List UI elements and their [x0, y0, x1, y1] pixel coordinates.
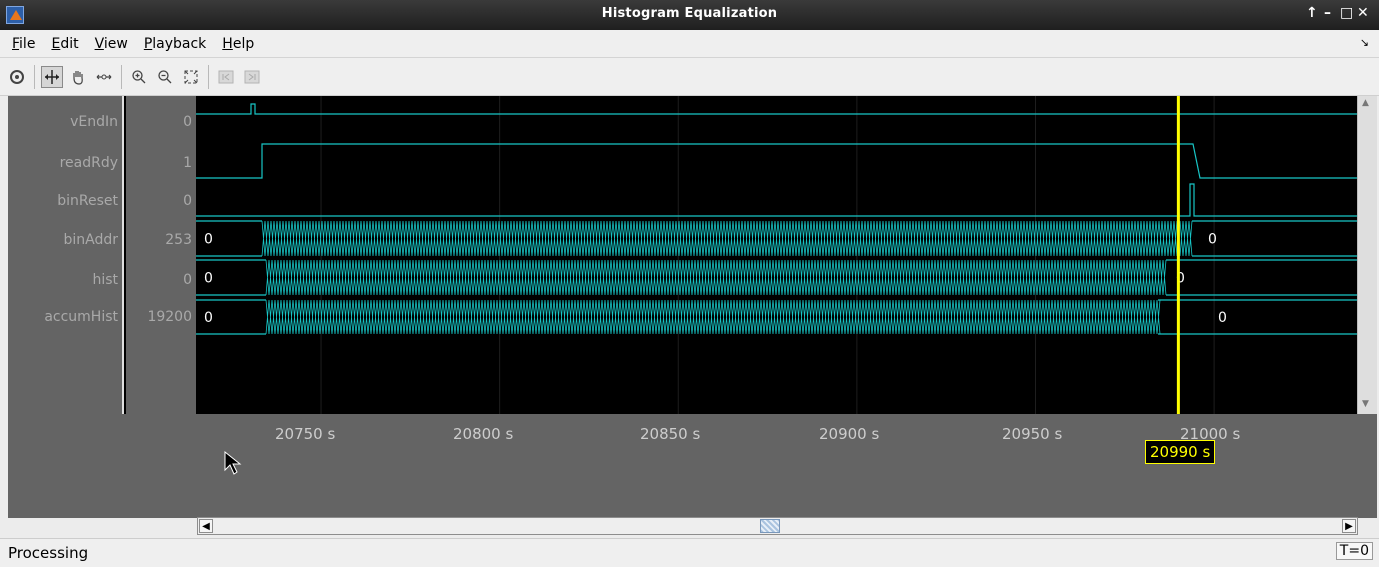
settings-icon[interactable]: [6, 66, 28, 88]
scroll-left-icon[interactable]: ◀: [199, 519, 213, 533]
zoom-out-icon[interactable]: [154, 66, 176, 88]
logic-analyzer-display: vEndIn readRdy binReset binAddr hist acc…: [8, 96, 1357, 414]
axis-tick-label: 20850 s: [640, 425, 701, 443]
menu-edit-accel: E: [51, 35, 61, 52]
axis-tick-label: 20900 s: [819, 425, 880, 443]
menu-view-label: iew: [103, 35, 128, 52]
maximize-button[interactable]: □: [1340, 5, 1353, 21]
menu-playback-label: layback: [152, 35, 207, 52]
hist-start-label: 0: [204, 271, 213, 287]
signal-name[interactable]: accumHist: [8, 307, 118, 327]
mouse-pointer-icon: [224, 450, 242, 475]
toolbar-separator: [208, 64, 209, 89]
menu-help-accel: H: [222, 35, 233, 52]
menu-file[interactable]: File: [4, 36, 43, 52]
binAddr-end-label: 0: [1208, 232, 1217, 248]
signal-value: 19200: [147, 309, 192, 325]
scroll-up-icon[interactable]: ▲: [1362, 98, 1369, 108]
accumHist-end-label: 0: [1218, 310, 1227, 326]
keep-on-top-button[interactable]: ↑: [1306, 5, 1318, 21]
toolbar-separator: [34, 64, 35, 89]
menu-file-label: ile: [19, 35, 36, 52]
trace-readRdy: [196, 143, 1357, 179]
signal-value: 253: [165, 232, 192, 248]
signal-value-column: 0 1 0 253 0 19200: [126, 96, 196, 414]
menu-file-accel: F: [12, 35, 20, 52]
fit-to-view-icon[interactable]: [180, 66, 202, 88]
dock-arrow-icon[interactable]: ↘: [1360, 36, 1369, 49]
menu-view-accel: V: [94, 35, 104, 52]
signal-name[interactable]: binReset: [8, 191, 118, 211]
horizontal-scrollbar[interactable]: ◀ ▶: [197, 517, 1358, 535]
binAddr-bus-transitions: [261, 220, 1193, 257]
status-text: Processing: [8, 544, 89, 562]
signal-name[interactable]: readRdy: [8, 153, 118, 173]
scroll-down-icon[interactable]: ▼: [1362, 399, 1369, 409]
next-edge-icon[interactable]: [241, 66, 263, 88]
close-button[interactable]: ✕: [1357, 5, 1369, 21]
scrollbar-thumb[interactable]: [760, 519, 780, 533]
toolbar: [0, 58, 1379, 96]
cursor-time-label[interactable]: 20990 s: [1145, 440, 1216, 464]
menu-playback[interactable]: Playback: [136, 36, 214, 52]
vertical-scrollbar[interactable]: ▲ ▼: [1357, 96, 1377, 414]
menu-edit[interactable]: Edit: [43, 36, 86, 52]
zoom-cursor-icon[interactable]: [41, 65, 63, 88]
signal-name[interactable]: vEndIn: [8, 112, 118, 132]
time-axis-panel: 20750 s 20800 s 20850 s 20900 s 20950 s …: [8, 414, 1377, 518]
menu-playback-accel: P: [143, 35, 153, 52]
menu-help-label: elp: [232, 35, 255, 52]
axis-tick-label: 20950 s: [1002, 425, 1063, 443]
axis-tick-label: 20800 s: [453, 425, 514, 443]
hist-bus-transitions: [265, 259, 1167, 296]
axis-tick-label: 20750 s: [275, 425, 336, 443]
menu-help[interactable]: Help: [214, 36, 262, 52]
zoom-x-icon[interactable]: [93, 66, 115, 88]
signal-value: 0: [183, 272, 192, 288]
pan-hand-icon[interactable]: [67, 66, 89, 88]
prev-edge-icon[interactable]: [215, 66, 237, 88]
signal-name[interactable]: hist: [8, 270, 118, 290]
trace-vEndIn: [196, 103, 1357, 115]
menu-bar: File Edit View Playback Help ↘: [0, 30, 1379, 58]
status-bar: Processing T=0: [0, 538, 1379, 567]
scroll-right-icon[interactable]: ▶: [1342, 519, 1356, 533]
signal-value: 0: [183, 193, 192, 209]
accumHist-bus-transitions: [265, 299, 1161, 335]
window-title: Histogram Equalization: [601, 6, 778, 21]
signal-name-column: vEndIn readRdy binReset binAddr hist acc…: [8, 96, 124, 414]
menu-edit-label: dit: [60, 35, 79, 52]
time-readout: T=0: [1335, 542, 1373, 560]
trace-binReset: [196, 183, 1357, 217]
binAddr-start-label: 0: [204, 232, 213, 248]
signal-value: 0: [183, 114, 192, 130]
title-bar: Histogram Equalization ↑ – □ ✕: [0, 0, 1379, 30]
zoom-in-icon[interactable]: [128, 66, 150, 88]
signal-value: 1: [183, 155, 192, 171]
minimize-button[interactable]: –: [1324, 5, 1331, 21]
waveform-canvas: 0 00 00 0: [196, 96, 1357, 414]
signal-name[interactable]: binAddr: [8, 230, 118, 250]
menu-view[interactable]: View: [87, 36, 136, 52]
accumHist-start-label: 0: [204, 310, 213, 326]
waveform-area[interactable]: 000000: [196, 96, 1357, 414]
toolbar-separator: [121, 64, 122, 89]
